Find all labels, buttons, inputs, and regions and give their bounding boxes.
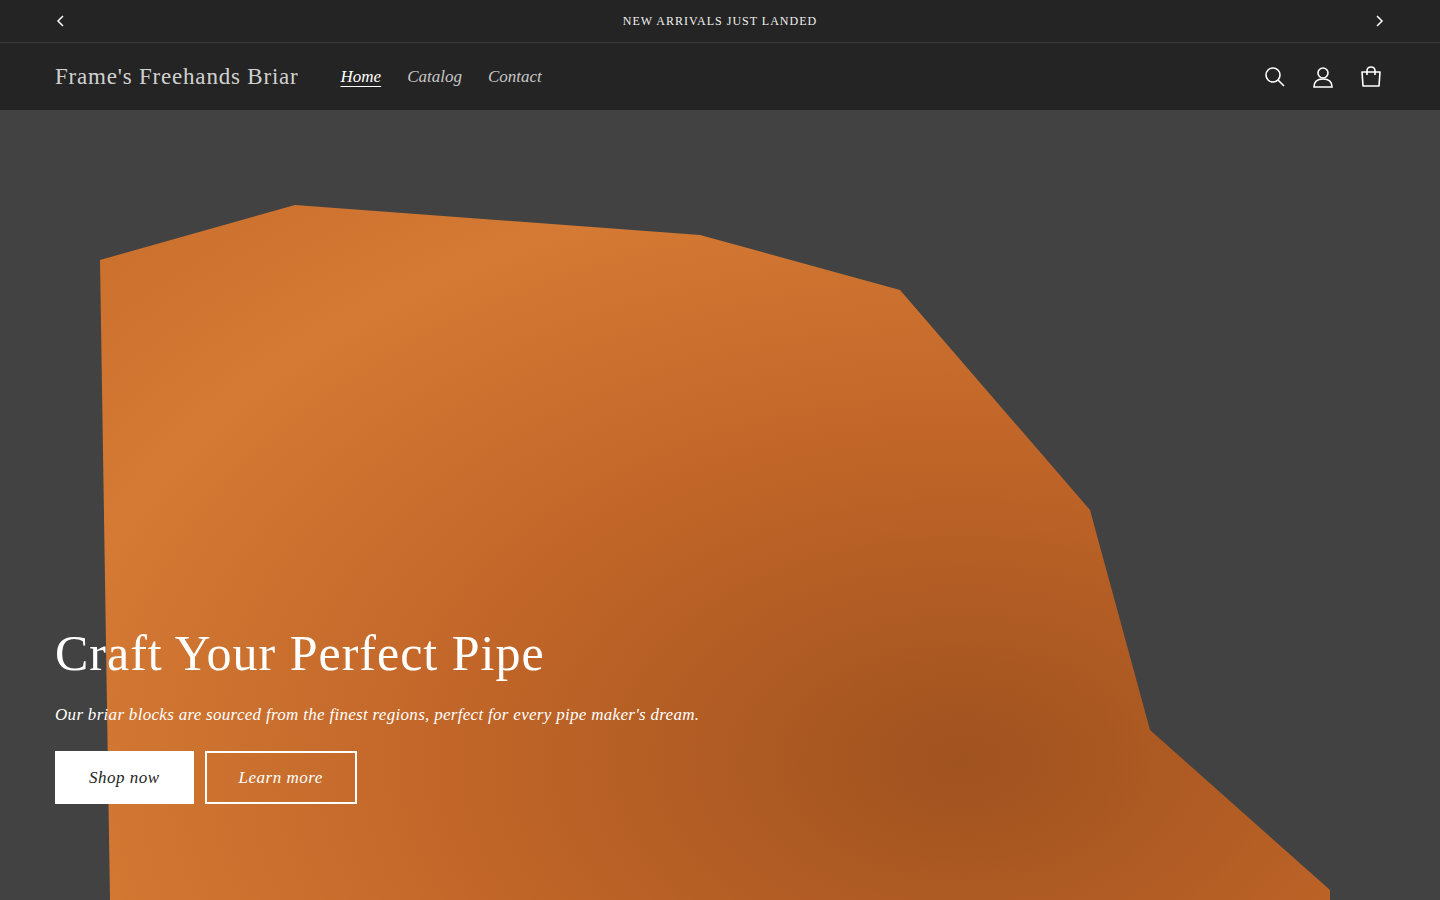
site-header: Frame's Freehands Briar Home Catalog Conta…	[0, 43, 1440, 110]
previous-announcement-button[interactable]	[52, 11, 70, 31]
search-button[interactable]	[1258, 60, 1292, 94]
account-icon	[1312, 66, 1334, 88]
chevron-left-icon	[56, 15, 66, 27]
account-button[interactable]	[1306, 60, 1340, 94]
announcement-bar: NEW ARRIVALS JUST LANDED	[0, 0, 1440, 43]
hero-banner: Craft Your Perfect Pipe Our briar blocks…	[0, 110, 1440, 900]
secondary-button[interactable]: Learn more	[205, 751, 357, 804]
store-logo[interactable]: Frame's Freehands Briar	[55, 64, 299, 90]
cart-button[interactable]	[1354, 60, 1388, 94]
nav-item[interactable]: Home	[341, 67, 382, 87]
nav-item[interactable]: Contact	[488, 67, 542, 87]
announcement-text: NEW ARRIVALS JUST LANDED	[623, 14, 817, 29]
hero-subheading: Our briar blocks are sourced from the fi…	[55, 705, 1440, 725]
primary-button[interactable]: Shop now	[55, 751, 194, 804]
nav-item[interactable]: Catalog	[407, 67, 462, 87]
search-icon	[1264, 66, 1286, 88]
page: NEW ARRIVALS JUST LANDED Frame's Freehan…	[0, 0, 1440, 900]
chevron-right-icon	[1374, 15, 1384, 27]
hero-heading: Craft Your Perfect Pipe	[55, 626, 1440, 681]
main-nav: Home Catalog Contact	[341, 67, 542, 87]
next-announcement-button[interactable]	[1370, 11, 1388, 31]
cart-icon	[1360, 66, 1382, 88]
